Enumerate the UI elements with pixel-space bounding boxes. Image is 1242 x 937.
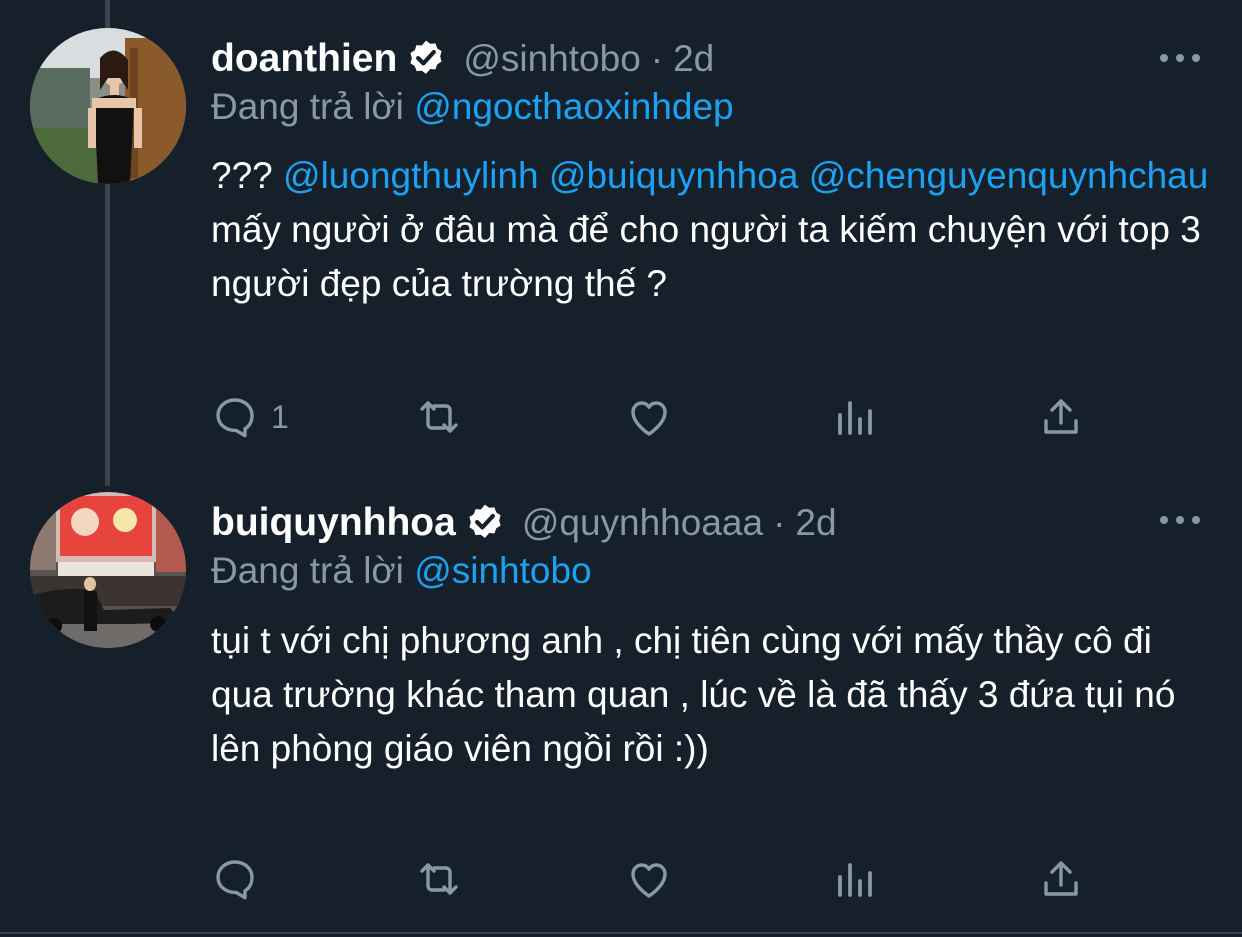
reply-to-mention[interactable]: @sinhtobo (414, 550, 591, 591)
share-icon (1044, 399, 1078, 434)
more-options-icon[interactable] (1160, 48, 1200, 68)
tweet[interactable]: buiquynhhoa @quynhhoaaa · 2d Đang trả lờ… (0, 486, 1242, 932)
tweet-header: buiquynhhoa @quynhhoaaa · 2d (211, 498, 837, 548)
analytics-button[interactable] (831, 854, 879, 904)
like-button[interactable] (625, 392, 673, 442)
reply-icon (216, 398, 254, 438)
avatar[interactable] (30, 28, 186, 184)
mention-link[interactable]: @luongthuylinh (283, 155, 539, 196)
display-name[interactable]: doanthien (211, 37, 397, 81)
tweet-text-content: mấy người ở đâu mà để cho người ta kiếm … (211, 209, 1201, 304)
share-button[interactable] (1037, 854, 1085, 904)
more-options-icon[interactable] (1160, 510, 1200, 530)
replying-to-label: Đang trả lời (211, 86, 404, 127)
retweet-button[interactable] (415, 392, 463, 442)
tweet-text: tụi t với chị phương anh , chị tiên cùng… (211, 614, 1211, 776)
tweet-timestamp[interactable]: 2d (673, 38, 714, 80)
tweet-text-lead: ??? (211, 155, 273, 196)
reply-button[interactable] (211, 854, 271, 904)
divider (0, 932, 1242, 934)
meta-separator: · (650, 38, 664, 79)
retweet-icon (420, 863, 458, 895)
tweet-actions (211, 854, 1091, 904)
user-handle[interactable]: @quynhhoaaa (522, 502, 763, 544)
verified-badge-icon (464, 502, 506, 544)
replying-to: Đang trả lời @ngocthaoxinhdep (211, 86, 734, 128)
tweet-actions: 1 (211, 392, 1091, 442)
mention-link[interactable]: @chenguyenquynhchau (809, 155, 1209, 196)
verified-badge-icon (405, 38, 447, 80)
reply-icon (216, 860, 254, 900)
tweet-text-content: tụi t với chị phương anh , chị tiên cùng… (211, 620, 1176, 769)
user-handle[interactable]: @sinhtobo (463, 38, 640, 80)
analytics-button[interactable] (831, 392, 879, 442)
reply-count: 1 (271, 398, 289, 435)
like-button[interactable] (625, 854, 673, 904)
mention-link[interactable]: @buiquynhhoa (549, 155, 798, 196)
retweet-icon (420, 401, 458, 433)
reply-to-mention[interactable]: @ngocthaoxinhdep (414, 86, 733, 127)
share-button[interactable] (1037, 392, 1085, 442)
meta-separator: · (773, 502, 786, 543)
like-icon (631, 863, 667, 898)
like-icon (631, 401, 667, 436)
analytics-icon (838, 863, 872, 897)
display-name[interactable]: buiquynhhoa (211, 501, 456, 545)
tweet[interactable]: doanthien @sinhtobo · 2d Đang trả lời @n… (0, 0, 1242, 470)
analytics-icon (838, 401, 872, 435)
tweet-header: doanthien @sinhtobo · 2d (211, 34, 714, 84)
tweet-timestamp[interactable]: 2d (795, 502, 836, 544)
avatar[interactable] (30, 492, 186, 648)
replying-to-label: Đang trả lời (211, 550, 404, 591)
share-icon (1044, 861, 1078, 896)
retweet-button[interactable] (415, 854, 463, 904)
replying-to: Đang trả lời @sinhtobo (211, 550, 592, 592)
tweet-text: ??? @luongthuylinh @buiquynhhoa @chenguy… (211, 149, 1211, 311)
reply-button[interactable]: 1 (211, 392, 289, 442)
